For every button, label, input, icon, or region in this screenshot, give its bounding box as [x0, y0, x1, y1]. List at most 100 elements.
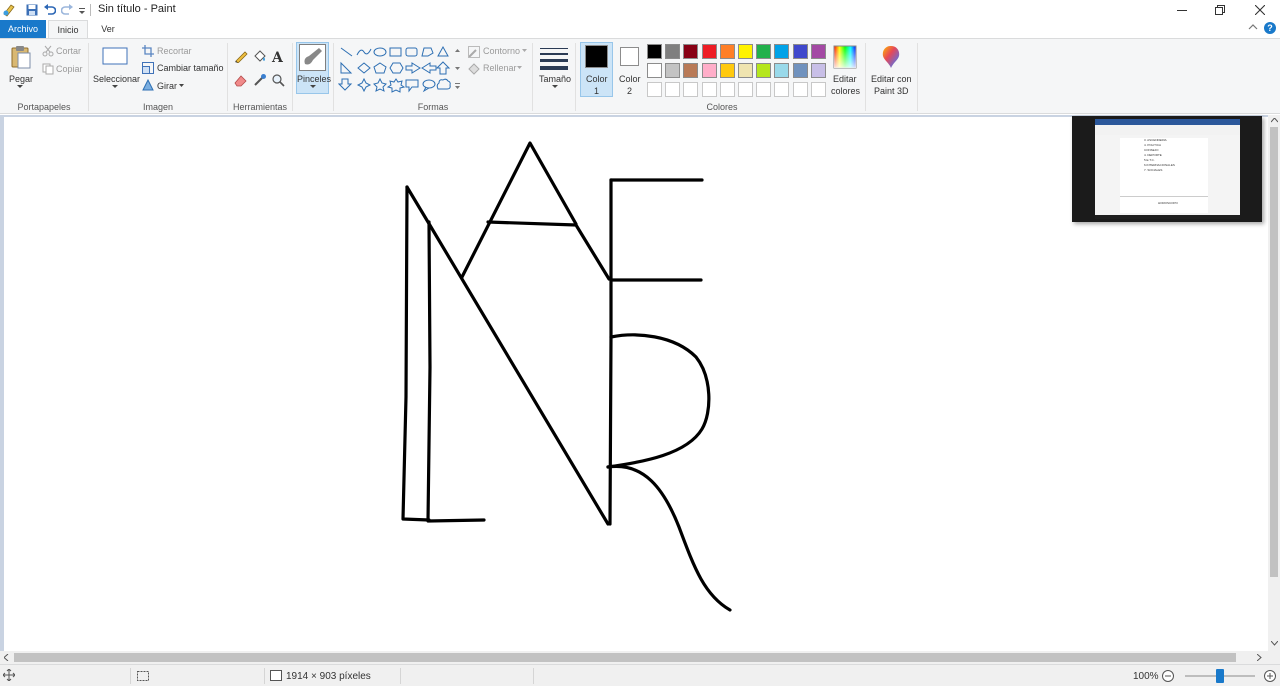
eraser-icon[interactable] [234, 73, 248, 87]
scroll-up-icon[interactable] [1271, 118, 1278, 123]
edit-colors-label-2[interactable]: colores [831, 86, 860, 96]
paint3d-icon[interactable] [879, 44, 903, 70]
size-dropdown-icon[interactable] [552, 85, 558, 89]
select-icon[interactable] [102, 47, 128, 65]
outline-dropdown-icon[interactable] [522, 49, 527, 52]
palette-color[interactable] [701, 63, 717, 78]
resize-label[interactable]: Cambiar tamaño [157, 63, 224, 73]
custom-color-slot[interactable] [683, 82, 699, 97]
paste-dropdown-icon[interactable] [17, 85, 23, 89]
palette-color[interactable] [810, 44, 826, 59]
palette-color[interactable] [738, 63, 753, 78]
zoom-in-icon[interactable] [1264, 670, 1276, 682]
color1-label[interactable]: Color [586, 74, 608, 84]
paint-app-icon[interactable] [2, 3, 16, 17]
custom-color-slot[interactable] [810, 82, 826, 97]
zoom-out-icon[interactable] [1162, 670, 1174, 682]
paint3d-label[interactable]: Editar con [871, 74, 912, 84]
palette-color[interactable] [701, 44, 717, 59]
brushes-dropdown-icon[interactable] [310, 85, 316, 89]
paint3d-label-2[interactable]: Paint 3D [874, 86, 909, 96]
pencil-icon[interactable] [234, 49, 248, 63]
color2-label[interactable]: Color [619, 74, 641, 84]
custom-color-slot[interactable] [701, 82, 717, 97]
palette-color[interactable] [738, 44, 753, 59]
vertical-scrollbar[interactable] [1268, 115, 1280, 651]
fill-bucket-icon[interactable] [253, 49, 267, 63]
custom-color-slot[interactable] [647, 82, 662, 97]
custom-color-slot[interactable] [756, 82, 772, 97]
scroll-down-icon[interactable] [1271, 641, 1278, 646]
select-dropdown-icon[interactable] [112, 85, 118, 89]
paste-icon[interactable] [10, 45, 32, 69]
scroll-left-icon[interactable] [4, 654, 9, 661]
zoom-slider[interactable] [1185, 669, 1255, 683]
fill-label[interactable]: Rellenar [483, 63, 517, 73]
save-icon[interactable] [26, 3, 38, 17]
outline-icon[interactable] [468, 46, 480, 58]
palette-color[interactable] [774, 44, 790, 59]
palette-color[interactable] [756, 63, 772, 78]
rotate-icon[interactable] [142, 79, 154, 91]
color1-swatch[interactable] [585, 45, 608, 68]
shapes-scroll-icon[interactable] [455, 48, 460, 92]
tab-file[interactable]: Archivo [0, 20, 46, 38]
palette-color[interactable] [647, 63, 662, 78]
palette-color[interactable] [756, 44, 772, 59]
color2-swatch[interactable] [620, 47, 639, 66]
horizontal-scroll-thumb[interactable] [14, 653, 1236, 662]
palette-color[interactable] [810, 63, 826, 78]
edit-colors-icon[interactable] [833, 45, 857, 69]
vertical-scroll-thumb[interactable] [1270, 127, 1278, 577]
palette-color[interactable] [792, 63, 808, 78]
shapes-gallery[interactable] [338, 45, 454, 95]
palette-color[interactable] [719, 63, 735, 78]
line-size-icon[interactable] [539, 45, 569, 71]
color-picker-icon[interactable] [253, 73, 267, 87]
custom-color-slot[interactable] [738, 82, 753, 97]
redo-icon[interactable] [61, 3, 74, 17]
select-label[interactable]: Seleccionar [93, 74, 140, 84]
fill-icon[interactable] [468, 63, 480, 75]
color1-number[interactable]: 1 [594, 86, 599, 96]
minimize-button[interactable] [1162, 0, 1202, 20]
palette-color[interactable] [665, 63, 681, 78]
palette-color[interactable] [792, 44, 808, 59]
scroll-right-icon[interactable] [1257, 654, 1262, 661]
tab-home[interactable]: Inicio [48, 20, 88, 38]
customize-qat-icon[interactable] [78, 3, 86, 17]
edit-colors-label[interactable]: Editar [833, 74, 857, 84]
palette-color[interactable] [683, 63, 699, 78]
paste-label[interactable]: Pegar [9, 74, 33, 84]
restore-button[interactable] [1200, 0, 1240, 20]
undo-icon[interactable] [43, 3, 56, 17]
resize-icon[interactable] [142, 62, 154, 74]
outline-label[interactable]: Contorno [483, 46, 520, 56]
horizontal-scrollbar[interactable] [0, 651, 1268, 664]
magnifier-icon[interactable] [271, 73, 285, 87]
help-button[interactable]: ? [1264, 22, 1276, 34]
custom-color-slot[interactable] [774, 82, 790, 97]
collapse-ribbon-icon[interactable] [1248, 23, 1258, 33]
close-button[interactable] [1240, 0, 1280, 20]
fill-dropdown-icon[interactable] [517, 66, 522, 69]
crop-icon[interactable] [142, 45, 154, 57]
zoom-slider-thumb[interactable] [1216, 669, 1224, 683]
crop-label[interactable]: Recortar [157, 46, 192, 56]
custom-color-slot[interactable] [665, 82, 681, 97]
rotate-dropdown-icon[interactable] [179, 84, 184, 87]
palette-color[interactable] [647, 44, 662, 59]
rotate-label[interactable]: Girar [157, 81, 177, 91]
tab-view[interactable]: Ver [90, 20, 126, 38]
custom-color-slot[interactable] [792, 82, 808, 97]
color2-number[interactable]: 2 [627, 86, 632, 96]
palette-color[interactable] [719, 44, 735, 59]
palette-color[interactable] [665, 44, 681, 59]
text-icon[interactable]: A [271, 49, 285, 63]
custom-color-slot[interactable] [719, 82, 735, 97]
size-label[interactable]: Tamaño [539, 74, 571, 84]
brush-icon[interactable] [299, 44, 326, 71]
brushes-label[interactable]: Pinceles [297, 74, 331, 84]
palette-color[interactable] [774, 63, 790, 78]
palette-color[interactable] [683, 44, 699, 59]
